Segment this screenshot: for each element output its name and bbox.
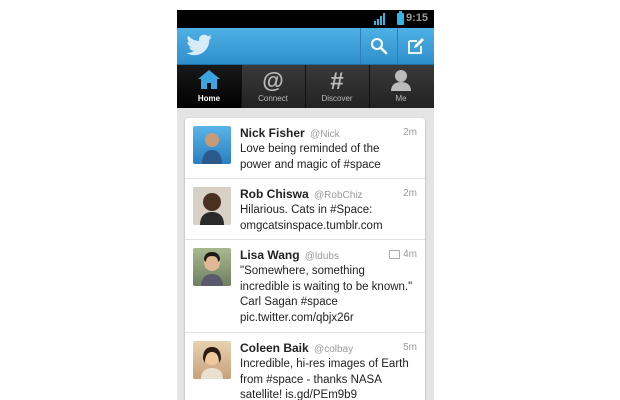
svg-text:#: # [330,69,343,91]
tab-discover[interactable]: # Discover [305,65,370,108]
author-handle[interactable]: @RobChiz [314,190,363,201]
phone-screen: 9:15 Home @ Connect # Discover Me Nick F… [177,10,434,400]
author-handle[interactable]: @Nick [310,129,340,140]
hash-icon: # [330,69,343,91]
tweet-author[interactable]: Nick Fisher @Nick [240,126,340,140]
person-icon [391,70,411,91]
author-handle[interactable]: @ldubs [305,251,339,262]
tweet-time: 2m [403,127,417,138]
search-button[interactable] [360,28,397,64]
tweet-timeline[interactable]: Nick Fisher @Nick 2m Love being reminded… [185,118,425,400]
tweet-text: Hilarious. Cats in #Space: omgcatsinspac… [240,204,383,232]
media-icon [389,249,401,259]
tweet-time: 2m [403,188,417,199]
status-time: 9:15 [405,12,428,24]
tweet-text: Love being reminded of the power and mag… [240,143,381,171]
tweet-time-value: 4m [403,249,417,260]
tab-home[interactable]: Home [177,65,242,108]
tweet-time: 4m [389,249,417,260]
tweet-author[interactable]: Rob Chiswa @RobChiz [240,187,363,201]
search-icon [371,38,388,55]
tweet-item[interactable]: Coleen Baik @colbay 5m Incredible, hi-re… [185,333,425,400]
battery-icon [397,11,404,25]
author-handle[interactable]: @colbay [314,344,353,355]
signal-icon [374,13,388,25]
tab-home-label: Home [197,94,221,103]
author-name[interactable]: Coleen Baik [240,341,309,355]
avatar[interactable] [193,341,231,379]
tab-discover-label: Discover [321,94,353,103]
status-bar: 9:15 [177,10,434,28]
twitter-bird-icon[interactable] [185,34,213,58]
tweet-text: "Somewhere, something incredible is wait… [240,265,413,324]
avatar[interactable] [193,126,231,164]
svg-text:@: @ [262,69,283,91]
avatar[interactable] [193,187,231,225]
tab-connect-label: Connect [258,94,288,103]
tweet-author[interactable]: Lisa Wang @ldubs [240,248,339,262]
author-name[interactable]: Nick Fisher [240,126,305,140]
tweet-item[interactable]: Nick Fisher @Nick 2m Love being reminded… [185,118,425,179]
author-name[interactable]: Lisa Wang [240,248,300,262]
tab-me-label: Me [395,94,407,103]
compose-icon [408,38,424,54]
tab-me[interactable]: Me [369,65,433,108]
tweet-text: Incredible, hi-res images of Earth from … [240,358,409,400]
tab-bar: Home @ Connect # Discover Me [177,65,434,108]
author-name[interactable]: Rob Chiswa [240,187,309,201]
at-icon: @ [262,69,283,91]
action-bar [177,28,434,65]
tweet-item[interactable]: Lisa Wang @ldubs 4m "Somewhere, somethin… [185,240,425,333]
tweet-time: 5m [403,342,417,353]
home-icon [198,70,220,89]
compose-button[interactable] [397,28,434,64]
avatar[interactable] [193,248,231,286]
tab-connect[interactable]: @ Connect [241,65,306,108]
tweet-author[interactable]: Coleen Baik @colbay [240,341,353,355]
tweet-item[interactable]: Rob Chiswa @RobChiz 2m Hilarious. Cats i… [185,179,425,240]
